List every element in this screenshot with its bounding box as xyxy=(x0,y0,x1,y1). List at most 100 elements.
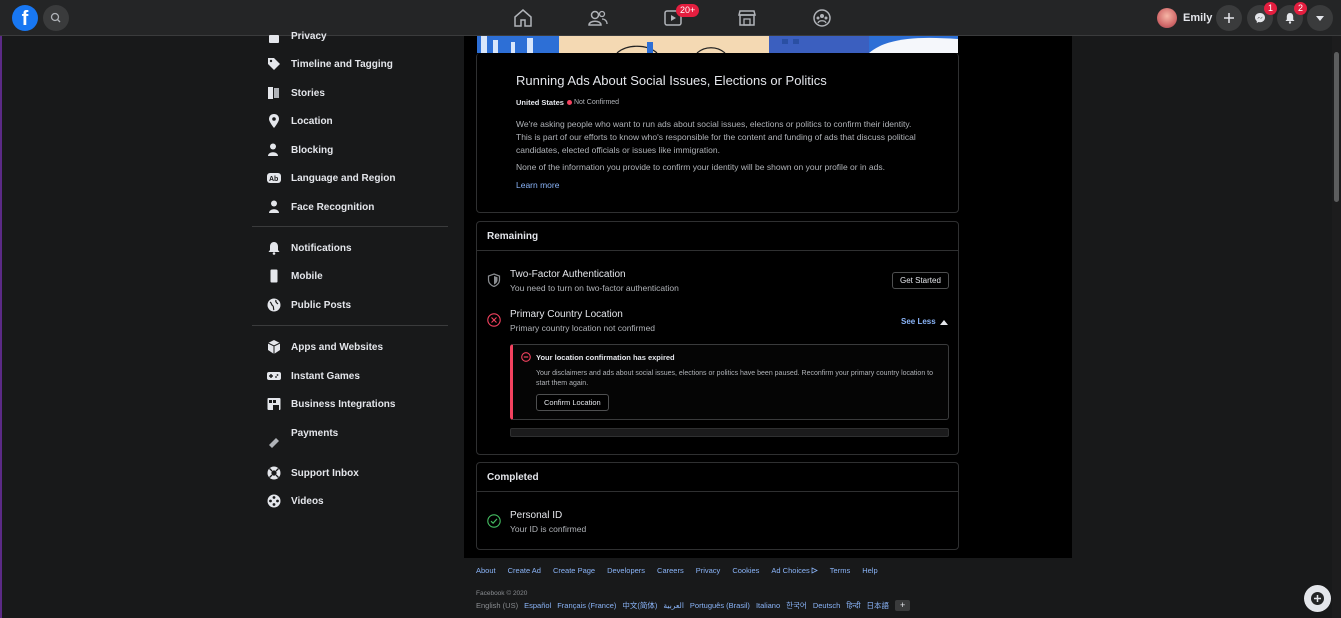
sidebar-item-privacy[interactable]: Privacy xyxy=(266,26,327,46)
sidebar-item-stories[interactable]: Stories xyxy=(266,83,325,103)
lifebuoy-icon xyxy=(266,465,282,481)
account-menu-button[interactable] xyxy=(1307,5,1333,31)
see-less-label: See Less xyxy=(901,317,936,326)
footer-link-terms[interactable]: Terms xyxy=(830,566,850,575)
sidebar-item-face-recognition[interactable]: Face Recognition xyxy=(266,197,374,217)
footer-link-help[interactable]: Help xyxy=(862,566,877,575)
footer-link-ad-choices[interactable]: Ad Choices xyxy=(771,566,818,575)
footer-link-developers[interactable]: Developers xyxy=(607,566,645,575)
facebook-logo[interactable]: f xyxy=(12,5,38,31)
sidebar-item-language[interactable]: Ab Language and Region xyxy=(266,168,395,188)
compose-plus-icon xyxy=(1311,592,1324,605)
globe-icon xyxy=(266,297,282,313)
language-link[interactable]: Português (Brasil) xyxy=(690,601,750,610)
language-link[interactable]: العربية xyxy=(663,601,684,610)
sidebar-item-label: Business Integrations xyxy=(291,398,396,410)
nav-home[interactable] xyxy=(511,6,535,30)
footer-link-privacy[interactable]: Privacy xyxy=(696,566,721,575)
top-navigation-bar: f 20+ Emily 1 2 xyxy=(0,0,1341,36)
learn-more-link[interactable]: Learn more xyxy=(516,180,559,190)
nav-friends[interactable] xyxy=(586,6,610,30)
personal-id-subtitle: Your ID is confirmed xyxy=(510,524,587,534)
sidebar-item-label: Stories xyxy=(291,87,325,99)
cube-icon xyxy=(266,339,282,355)
marketplace-icon xyxy=(738,10,756,26)
footer-links: About Create Ad Create Page Developers C… xyxy=(476,566,890,575)
friends-icon xyxy=(588,10,608,26)
sidebar-item-label: Payments xyxy=(291,427,339,439)
window-edge xyxy=(0,36,2,618)
sidebar-item-videos[interactable]: Videos xyxy=(266,491,324,511)
sidebar-item-apps-websites[interactable]: Apps and Websites xyxy=(266,337,383,357)
sidebar-item-label: Apps and Websites xyxy=(291,341,384,353)
tag-icon xyxy=(266,56,282,72)
sidebar-item-label: Face Recognition xyxy=(291,201,375,213)
scrollbar-thumb[interactable] xyxy=(1334,52,1339,202)
sidebar-item-mobile[interactable]: Mobile xyxy=(266,266,323,286)
footer-link-cookies[interactable]: Cookies xyxy=(732,566,759,575)
error-x-icon xyxy=(487,313,501,327)
profile-chip[interactable]: Emily xyxy=(1157,7,1212,29)
language-icon: Ab xyxy=(266,170,282,186)
get-started-button[interactable]: Get Started xyxy=(892,272,949,289)
nav-marketplace[interactable] xyxy=(735,6,759,30)
sidebar-item-timeline[interactable]: Timeline and Tagging xyxy=(266,54,393,74)
sidebar-item-payments[interactable]: Payments xyxy=(266,423,339,448)
country-status-row: United States Not Confirmed xyxy=(516,98,619,107)
language-link[interactable]: 日本語 xyxy=(867,600,890,611)
more-languages-button[interactable]: + xyxy=(895,600,911,611)
footer-link-create-page[interactable]: Create Page xyxy=(553,566,595,575)
bell-icon xyxy=(1285,13,1295,24)
sidebar-item-label: Privacy xyxy=(291,30,327,42)
caret-up-icon xyxy=(939,319,948,325)
language-link[interactable]: Español xyxy=(524,601,551,610)
privacy-note: None of the information you provide to c… xyxy=(516,162,885,172)
groups-icon xyxy=(813,9,831,27)
business-icon xyxy=(266,396,282,412)
location-pin-icon xyxy=(266,113,282,129)
language-link[interactable]: हिन्दी xyxy=(846,601,860,611)
sidebar-item-notifications[interactable]: Notifications xyxy=(266,238,352,258)
create-button[interactable] xyxy=(1216,5,1242,31)
language-link[interactable]: Deutsch xyxy=(813,601,841,610)
sidebar-item-support-inbox[interactable]: Support Inbox xyxy=(266,463,359,483)
footer-link-careers[interactable]: Careers xyxy=(657,566,684,575)
sidebar-item-blocking[interactable]: Blocking xyxy=(266,140,333,160)
sidebar-item-label: Support Inbox xyxy=(291,467,359,479)
confirm-location-button[interactable]: Confirm Location xyxy=(536,394,609,411)
search-button[interactable] xyxy=(43,5,69,31)
sidebar-item-public-posts[interactable]: Public Posts xyxy=(266,295,351,315)
status-dot xyxy=(566,100,572,105)
sidebar-item-location[interactable]: Location xyxy=(266,111,333,131)
language-link[interactable]: 中文(简体) xyxy=(622,600,657,611)
lock-icon xyxy=(266,28,282,44)
completed-header: Completed xyxy=(487,472,539,483)
page-scrollbar[interactable] xyxy=(1332,36,1341,618)
minus-circle-icon xyxy=(521,352,531,362)
caret-down-icon xyxy=(1316,16,1324,21)
see-less-toggle[interactable]: See Less xyxy=(901,317,948,326)
sidebar-item-business-integrations[interactable]: Business Integrations xyxy=(266,394,395,414)
user-block-icon xyxy=(266,142,282,158)
shield-icon xyxy=(487,273,501,287)
nav-groups[interactable] xyxy=(810,6,834,30)
plus-icon xyxy=(1224,13,1234,23)
language-link[interactable]: Français (France) xyxy=(557,601,616,610)
profile-name: Emily xyxy=(1183,12,1213,24)
language-link[interactable]: 한국어 xyxy=(786,600,807,611)
remaining-header: Remaining xyxy=(487,231,539,242)
messenger-badge: 1 xyxy=(1264,2,1278,15)
footer-link-about[interactable]: About xyxy=(476,566,496,575)
sidebar-item-label: Instant Games xyxy=(291,370,360,382)
footer-link-create-ad[interactable]: Create Ad xyxy=(508,566,541,575)
new-message-button[interactable] xyxy=(1304,585,1331,612)
sidebar-item-instant-games[interactable]: Instant Games xyxy=(266,366,360,386)
country-label: United States xyxy=(516,98,564,107)
divider xyxy=(477,491,958,492)
sidebar-item-label: Public Posts xyxy=(291,299,352,311)
language-link[interactable]: Italiano xyxy=(756,601,780,610)
alert-body: Your disclaimers and ads about social is… xyxy=(536,370,934,387)
footer-link-ad-choices-label: Ad Choices xyxy=(771,566,810,575)
hero-illustration xyxy=(477,36,958,53)
alert-title: Your location confirmation has expired xyxy=(536,353,675,362)
